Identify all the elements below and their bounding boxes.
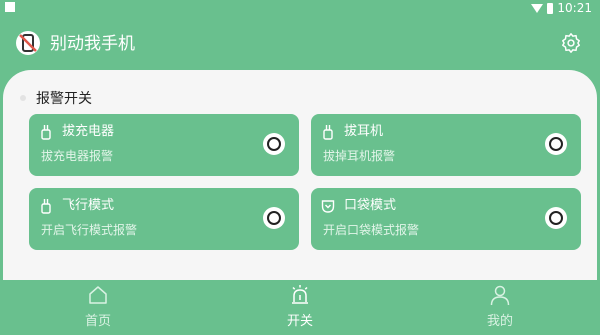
card-title: 拔耳机 (344, 124, 384, 139)
toggle-switch[interactable] (263, 133, 285, 155)
nav-label: 开关 (286, 314, 313, 329)
card-description: 开启飞行模式报警 (41, 223, 138, 237)
plug-icon (41, 199, 51, 214)
no-phone-icon (16, 31, 40, 55)
battery-icon (547, 2, 554, 14)
page-title: 别动我手机 (50, 34, 135, 54)
notification-icon (5, 2, 15, 12)
home-icon (89, 286, 107, 304)
card-title: 口袋模式 (344, 198, 397, 213)
card-title: 飞行模式 (62, 198, 115, 213)
nav-item-me[interactable]: 我的 (440, 280, 560, 335)
bottom-nav: 首页 开关 我的 (0, 280, 600, 335)
content-panel: 报警开关 拔充电器 拔充电器报警 拔耳机 拔掉耳机报警 飞行模式 开启飞行模式报… (3, 70, 597, 280)
nav-item-switch[interactable]: 开关 (240, 280, 360, 335)
toggle-switch[interactable] (263, 207, 285, 229)
card-description: 开启口袋模式报警 (323, 223, 420, 237)
plug-icon (323, 125, 333, 140)
section-bullet (20, 95, 26, 101)
card-unplug-headphones[interactable]: 拔耳机 拔掉耳机报警 (311, 114, 581, 176)
app-header: 别动我手机 (0, 22, 600, 66)
card-description: 拔充电器报警 (41, 149, 114, 163)
pocket-icon (321, 200, 335, 213)
plug-icon (41, 125, 51, 140)
section-title: 报警开关 (36, 91, 92, 107)
status-right: 10:21 (531, 0, 592, 16)
card-unplug-charger[interactable]: 拔充电器 拔充电器报警 (29, 114, 299, 176)
alarm-icon (292, 285, 308, 304)
toggle-switch[interactable] (545, 207, 567, 229)
card-airplane-mode[interactable]: 飞行模式 开启飞行模式报警 (29, 188, 299, 250)
status-time: 10:21 (557, 1, 592, 15)
card-title: 拔充电器 (62, 124, 115, 139)
card-description: 拔掉耳机报警 (323, 149, 396, 163)
nav-label: 我的 (486, 314, 513, 329)
card-pocket-mode[interactable]: 口袋模式 开启口袋模式报警 (311, 188, 581, 250)
nav-label: 首页 (84, 314, 111, 329)
gear-icon[interactable] (560, 32, 582, 54)
status-bar: 10:21 (0, 0, 600, 16)
nav-item-home[interactable]: 首页 (38, 280, 158, 335)
toggle-switch[interactable] (545, 133, 567, 155)
user-icon (490, 285, 510, 306)
wifi-icon (531, 3, 544, 13)
